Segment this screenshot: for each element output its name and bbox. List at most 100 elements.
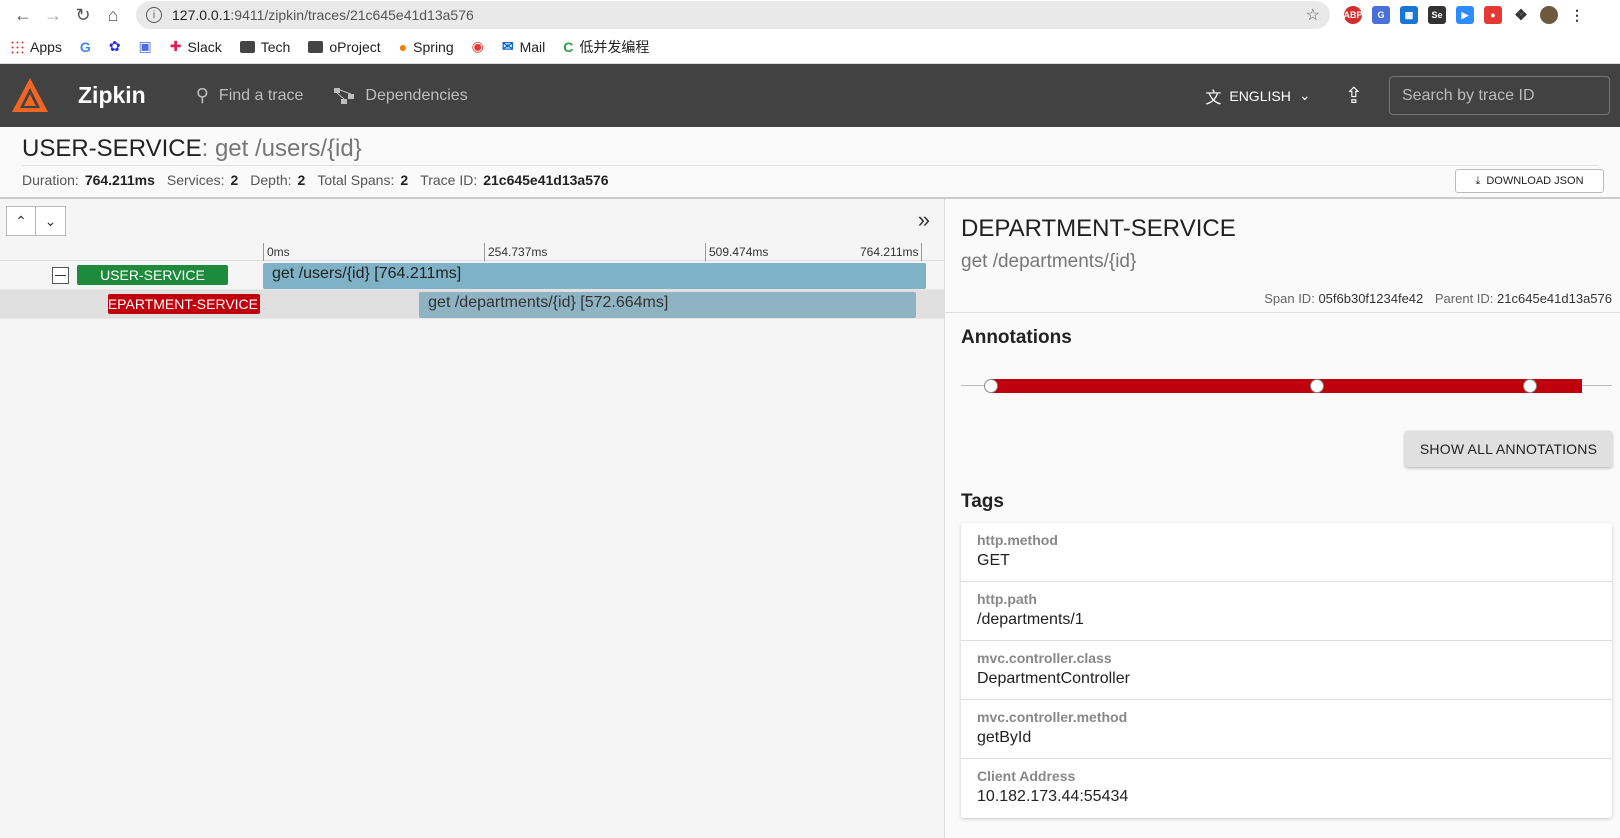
bookmark-label: Apps (30, 38, 62, 55)
span-ids: Span ID: 05f6b30f1234fe42 Parent ID: 21c… (961, 291, 1612, 306)
depth-value: 2 (297, 172, 306, 188)
bookmark-lowconcurrency[interactable]: C 低并发编程 (563, 37, 649, 57)
nav-dependencies[interactable]: Dependencies (333, 87, 468, 105)
detail-operation-name: get /departments/{id} (961, 251, 1137, 272)
bookmark-star-icon[interactable]: ☆ (1306, 5, 1320, 25)
parent-id-value: 21c645e41d13a576 (1497, 291, 1612, 306)
translate-ext-icon[interactable]: G (1372, 6, 1390, 24)
menu-dots-icon[interactable]: ⋮ (1568, 6, 1586, 24)
bookmark-tech[interactable]: Tech (239, 39, 290, 55)
trace-id-value: 21c645e41d13a576 (483, 172, 609, 188)
tags-list: http.method GET http.path /departments/1… (961, 523, 1612, 818)
language-selector[interactable]: 文 ENGLISH ⌄ (1205, 84, 1310, 108)
zipkin-header: Zipkin ⚲ Find a trace Dependencies 文 ENG… (0, 64, 1620, 127)
chevron-up-icon[interactable]: ⌃ (6, 206, 36, 236)
bookmark-label: Slack (187, 38, 222, 55)
browser-toolbar: ← → ↻ ⌂ i 127.0.0.1:9411/zipkin/traces/2… (0, 0, 1620, 30)
span-bar[interactable]: get /departments/{id} [572.664ms] (419, 292, 916, 318)
annotation-point[interactable] (1310, 379, 1324, 393)
trace-main: ⌃ ⌄ » 0ms 254.737ms 509.474ms 764.211ms … (0, 199, 1620, 838)
tick-label: 254.737ms (484, 243, 547, 261)
divider (945, 312, 1620, 313)
double-chevron-right-icon[interactable]: » (918, 207, 930, 233)
show-all-annotations-button[interactable]: SHOW ALL ANNOTATIONS (1405, 431, 1612, 467)
bookmark-label: Mail (519, 38, 546, 55)
apps-grid-icon (10, 39, 24, 54)
bookmark-oproject[interactable]: oProject (308, 38, 381, 55)
stat-label: Total Spans: (317, 172, 395, 188)
bookmark-mail[interactable]: ✉ Mail (502, 38, 545, 55)
bookmark-slack[interactable]: ✚ Slack (170, 38, 222, 55)
tag-key: mvc.controller.method (977, 709, 1128, 725)
adblock-icon[interactable]: ABP (1344, 6, 1363, 24)
root-service-name: USER-SERVICE (22, 135, 202, 162)
chevron-down-icon[interactable]: ⌄ (36, 206, 66, 236)
nav-find-trace[interactable]: ⚲ Find a trace (196, 85, 304, 106)
tag-item: mvc.controller.method getById (961, 700, 1612, 759)
zipkin-logo-icon[interactable] (10, 76, 50, 116)
timeline-toolbar: ⌃ ⌄ (0, 199, 944, 243)
puzzle-icon[interactable]: ❖ (1512, 6, 1530, 24)
trace-stats: Duration: 764.211ms Services: 2 Depth: 2 To… (22, 172, 1598, 188)
green-c-icon: C (563, 38, 574, 55)
zoom-ext-icon[interactable]: ▶ (1456, 6, 1474, 24)
chevron-down-icon: ⌄ (1298, 87, 1311, 103)
slack-icon: ✚ (169, 38, 182, 54)
site-info-icon[interactable]: i (146, 7, 162, 23)
netease-music-icon: ◉ (471, 38, 484, 54)
detail-service-name: DEPARTMENT-SERVICE (961, 215, 1236, 242)
span-detail-panel: DEPARTMENT-SERVICE get /departments/{id}… (945, 199, 1620, 838)
stat-label: Duration: (22, 172, 79, 188)
trace-id-search-input[interactable]: Search by trace ID (1389, 76, 1610, 115)
tag-key: mvc.controller.class (977, 650, 1112, 666)
bookmark-baidu[interactable]: ✿ (109, 38, 121, 55)
tags-title: Tags (961, 491, 1004, 512)
bookmark-label: oProject (329, 38, 381, 55)
selenium-ext-icon[interactable]: Se (1428, 6, 1446, 24)
tag-value: DepartmentController (977, 670, 1130, 687)
url-path: :9411/zipkin/traces/21c645e41d13a576 (230, 7, 474, 23)
collapse-toggle-icon[interactable] (52, 267, 69, 284)
tag-key: Client Address (977, 768, 1076, 784)
bookmark-translate[interactable]: ▣ (139, 38, 152, 55)
bookmark-label: Spring (413, 38, 454, 55)
upload-icon[interactable]: ⇪ (1345, 83, 1363, 109)
image-ext-icon[interactable]: ▦ (1400, 6, 1418, 24)
annotation-point[interactable] (1523, 379, 1537, 393)
home-icon[interactable]: ⌂ (98, 0, 128, 30)
back-icon[interactable]: ← (8, 0, 38, 30)
ext-red-icon[interactable]: ● (1484, 6, 1502, 24)
tag-item: http.path /departments/1 (961, 582, 1612, 641)
tick-label: 0ms (263, 243, 290, 261)
total-spans-value: 2 (400, 172, 409, 188)
address-bar[interactable]: i 127.0.0.1:9411/zipkin/traces/21c645e41… (136, 1, 1330, 29)
search-icon: ⚲ (195, 85, 209, 105)
span-bar[interactable]: get /users/{id} [764.211ms] (263, 263, 926, 289)
duration-value: 764.211ms (84, 172, 155, 188)
bookmark-label: 低并发编程 (579, 38, 650, 55)
tag-value: /departments/1 (977, 611, 1084, 628)
service-badge: USER-SERVICE (77, 265, 228, 285)
span-row-child[interactable]: DEPARTMENT-SERVICE get /departments/{id}… (0, 290, 944, 319)
annotation-point[interactable] (984, 379, 998, 393)
tick-label: 764.211ms (857, 243, 923, 261)
folder-icon (308, 40, 324, 53)
translate-icon: 文 (1205, 89, 1222, 107)
reload-icon[interactable]: ↻ (68, 0, 98, 30)
forward-icon[interactable]: → (38, 0, 68, 30)
brand-name[interactable]: Zipkin (78, 82, 146, 109)
bookmark-google[interactable]: G (80, 39, 91, 55)
profile-avatar[interactable] (1540, 6, 1558, 24)
bookmark-apps[interactable]: Apps (10, 39, 62, 55)
bookmark-netease[interactable]: ◉ (472, 38, 484, 55)
timeline-ruler: 0ms 254.737ms 509.474ms 764.211ms (0, 243, 944, 261)
bookmark-spring[interactable]: ● Spring (399, 39, 454, 55)
search-placeholder: Search by trace ID (1402, 86, 1535, 104)
span-timeline-panel: ⌃ ⌄ » 0ms 254.737ms 509.474ms 764.211ms … (0, 199, 945, 838)
page-title: USER-SERVICE: get /users/{id} (22, 135, 1598, 166)
annotation-span-bar (991, 379, 1582, 393)
download-json-button[interactable]: ⤓ DOWNLOAD JSON (1455, 169, 1604, 193)
tag-item: mvc.controller.class DepartmentControlle… (961, 641, 1612, 700)
span-row-root[interactable]: USER-SERVICE get /users/{id} [764.211ms] (0, 261, 944, 290)
download-icon: ⤓ (1475, 174, 1481, 187)
